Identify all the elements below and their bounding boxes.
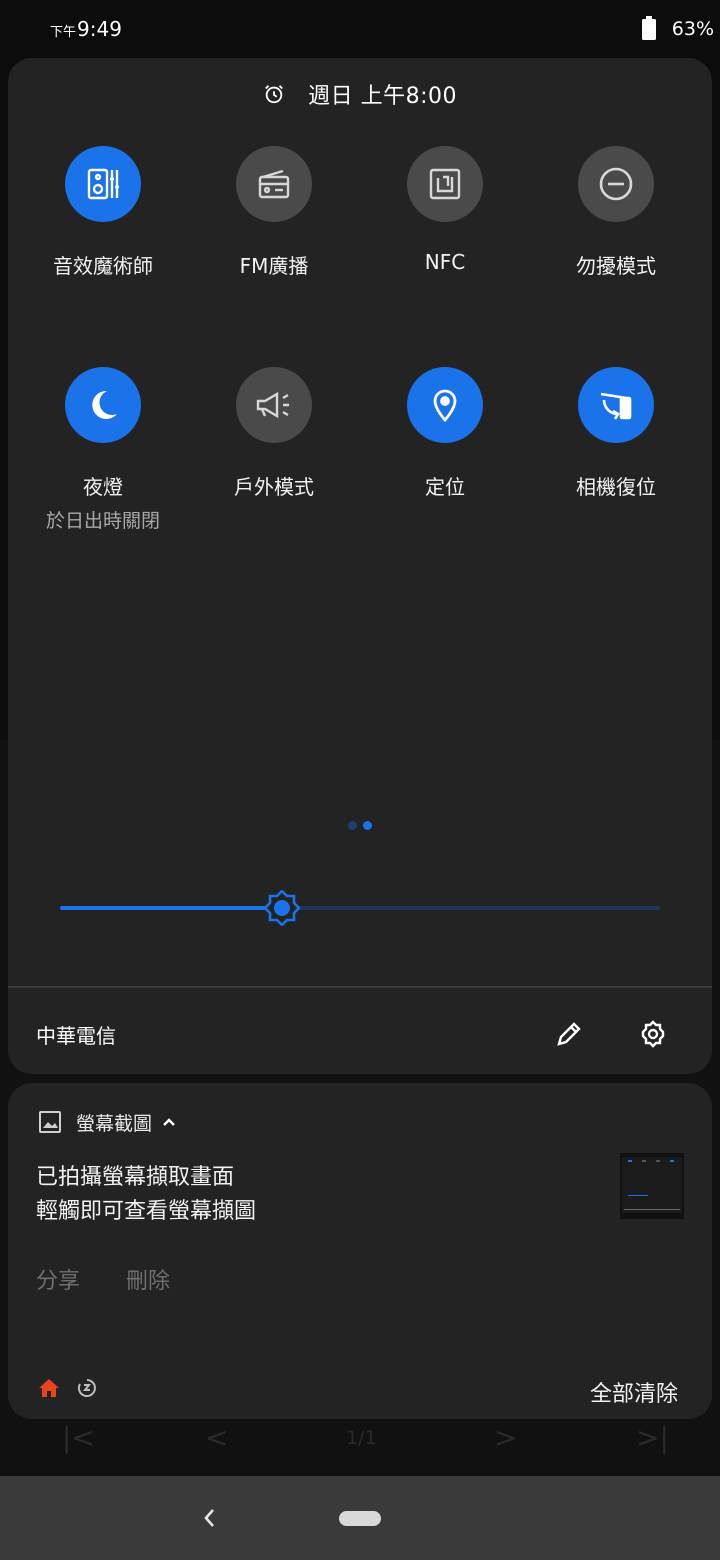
- notification-app-name: 螢幕截圖: [76, 1112, 153, 1135]
- tile-do-not-disturb-button[interactable]: [578, 146, 654, 222]
- radio-icon: [258, 169, 290, 199]
- page-dot-active: [363, 821, 372, 830]
- status-bar: 下午9:49 63%: [0, 0, 720, 58]
- last-page-icon: >|: [636, 1421, 669, 1454]
- tile-fm-radio-button[interactable]: [236, 146, 312, 222]
- home-pill-button[interactable]: [339, 1511, 381, 1526]
- first-page-icon: |<: [62, 1421, 95, 1454]
- tile-location-button[interactable]: [407, 367, 483, 443]
- background-pager: |< < 1/1 > >|: [0, 1415, 720, 1465]
- tile-night-light[interactable]: 夜燈 於日出時關閉: [17, 367, 189, 533]
- tile-label: 音效魔術師: [53, 254, 153, 278]
- notification-title: 已拍攝螢幕擷取畫面: [36, 1165, 235, 1190]
- battery-percent: 63%: [671, 18, 714, 40]
- camera-reset-icon: [600, 392, 632, 420]
- image-icon: [39, 1111, 61, 1133]
- carrier-name: 中華電信: [36, 1024, 116, 1048]
- tile-label: 戶外模式: [234, 475, 314, 499]
- tile-fm-radio[interactable]: FM廣播: [188, 146, 360, 279]
- tile-label: FM廣播: [239, 254, 309, 278]
- battery-icon: [642, 16, 656, 40]
- tile-night-light-button[interactable]: [65, 367, 141, 443]
- settings-gear-icon[interactable]: [638, 1019, 668, 1049]
- tile-outdoor-mode-button[interactable]: [236, 367, 312, 443]
- clock: 下午9:49: [50, 17, 122, 41]
- screenshot-thumbnail[interactable]: [620, 1153, 684, 1219]
- navigation-bar: [0, 1476, 720, 1560]
- edit-pencil-icon[interactable]: [554, 1019, 584, 1049]
- home-icon[interactable]: [38, 1378, 60, 1398]
- clock-time: 9:49: [77, 17, 122, 41]
- next-page-icon: >: [494, 1421, 518, 1454]
- notification-header[interactable]: 螢幕截圖: [38, 1107, 176, 1137]
- tile-audio-wizard[interactable]: 音效魔術師: [17, 146, 189, 279]
- tile-camera-reset[interactable]: 相機復位: [530, 367, 702, 500]
- quick-settings-panel: 週日 上午8:00 音效魔術師 FM廣播 NFC 勿擾模式 夜燈 於日出時關閉 …: [8, 58, 712, 1074]
- tile-outdoor-mode[interactable]: 戶外模式: [188, 367, 360, 500]
- brightness-thumb-icon[interactable]: [264, 890, 300, 926]
- tile-nfc-button[interactable]: [407, 146, 483, 222]
- notification-footer-icons: [38, 1377, 98, 1399]
- tile-do-not-disturb[interactable]: 勿擾模式: [530, 146, 702, 279]
- megaphone-icon: [256, 391, 289, 419]
- alarm-clock-icon: [265, 85, 283, 104]
- audio-wizard-icon: [87, 168, 119, 200]
- page-dot: [348, 821, 357, 830]
- chevron-up-icon[interactable]: [162, 1117, 176, 1127]
- back-chevron-icon[interactable]: [198, 1504, 220, 1532]
- moon-icon: [92, 390, 117, 419]
- brightness-slider[interactable]: [60, 890, 660, 926]
- thumbnail-preview-image: [620, 1153, 684, 1219]
- tile-label: 相機復位: [576, 475, 656, 499]
- tile-location[interactable]: 定位: [359, 367, 531, 500]
- notification-body: 輕觸即可查看螢幕擷圖: [36, 1199, 257, 1224]
- next-alarm[interactable]: 週日 上午8:00: [8, 78, 712, 118]
- tile-label: NFC: [424, 250, 466, 274]
- location-icon: [433, 389, 457, 423]
- tile-label: 定位: [425, 475, 465, 499]
- tile-label: 勿擾模式: [576, 254, 656, 278]
- nfc-icon: [429, 168, 461, 200]
- divider: [8, 986, 712, 988]
- tile-audio-wizard-button[interactable]: [65, 146, 141, 222]
- prev-page-icon: <: [205, 1421, 229, 1454]
- snooze-icon[interactable]: [76, 1377, 98, 1399]
- tile-label: 夜燈: [83, 475, 123, 499]
- page-indicator: 1/1: [346, 1427, 377, 1449]
- notification-actions: 分享 刪除: [36, 1263, 216, 1295]
- screenshot-notification[interactable]: 螢幕截圖 已拍攝螢幕擷取畫面 輕觸即可查看螢幕擷圖 分享 刪除 全部清除: [8, 1083, 712, 1419]
- tile-nfc[interactable]: NFC: [359, 146, 531, 274]
- clear-all-button[interactable]: 全部清除: [590, 1376, 678, 1408]
- tile-camera-reset-button[interactable]: [578, 367, 654, 443]
- clock-period: 下午: [50, 25, 77, 40]
- alarm-text: 週日 上午8:00: [308, 84, 457, 109]
- page-indicator-dots: [8, 815, 712, 834]
- share-action[interactable]: 分享: [36, 1269, 80, 1294]
- delete-action[interactable]: 刪除: [126, 1269, 170, 1294]
- brightness-fill: [60, 906, 282, 910]
- tile-sublabel: 於日出時關閉: [45, 510, 160, 532]
- do-not-disturb-icon: [599, 167, 633, 201]
